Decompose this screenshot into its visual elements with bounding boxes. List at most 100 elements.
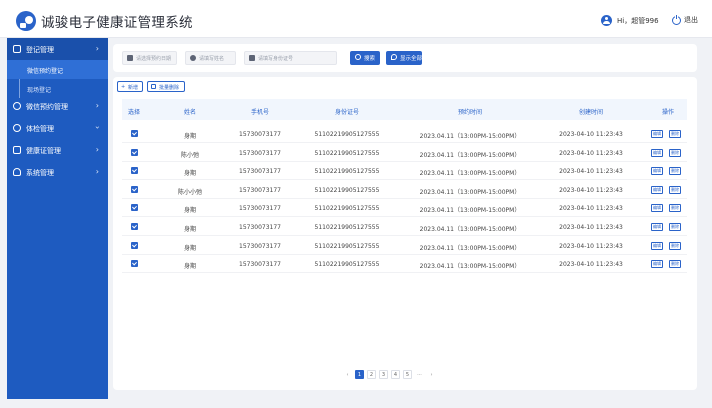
cell-created-time: 2023-04-10 11:23:43	[559, 224, 623, 231]
column-header-actions: 操作	[661, 109, 675, 116]
search-button[interactable]: 搜索	[350, 51, 380, 65]
chevron-right-icon: ›	[95, 44, 99, 53]
add-button[interactable]: + 新增	[117, 81, 143, 92]
user-greeting[interactable]: Hi，超管996	[617, 16, 659, 26]
page-button-3[interactable]: 3	[379, 370, 388, 379]
cell-phone: 15730073177	[239, 261, 281, 269]
sidebar-item-registration[interactable]: 登记管理 ›	[7, 38, 108, 60]
prev-page-button[interactable]: ‹	[343, 370, 352, 379]
sidebar-item-wechat-booking[interactable]: 微信预约管理 ›	[7, 95, 108, 117]
cell-name: 身期	[183, 226, 197, 233]
cell-booking-time: 2023.04.11（13:00PM-15:00PM）	[419, 226, 521, 233]
next-page-button[interactable]: ›	[427, 370, 436, 379]
delete-button[interactable]: 删除	[669, 241, 681, 250]
table-panel: + 新增 批量删除 选择 姓名 手机号 身份证号 预约时间 创建时间 操作 身期…	[113, 77, 697, 390]
row-checkbox[interactable]	[131, 260, 138, 268]
cell-id-number: 51102219905127555	[314, 149, 380, 157]
page-button-5[interactable]: 5	[403, 370, 412, 379]
add-label: 新增	[128, 85, 139, 91]
table-row: 身期 15730073177 51102219905127555 2023.04.11…	[122, 218, 687, 236]
page-button-2[interactable]: 2	[367, 370, 376, 379]
search-icon	[355, 54, 361, 60]
sidebar-item-label: 登记管理	[26, 46, 54, 54]
cell-id-number: 51102219905127555	[314, 168, 380, 176]
cell-name: 陈小小弛	[177, 188, 203, 196]
edit-button[interactable]: 编辑	[651, 223, 663, 231]
row-checkbox[interactable]	[131, 185, 138, 193]
cell-booking-time: 2023.04.11（13:00PM-15:00PM）	[419, 188, 521, 196]
cell-created-time: 2023-04-10 11:23:43	[559, 242, 623, 250]
column-header-phone: 手机号	[250, 109, 270, 116]
name-input[interactable]: 请填写姓名	[185, 51, 236, 65]
filter-panel: 请选择预约日期 请填写姓名 请填写身份证号 搜索 显示全部	[113, 44, 697, 72]
row-checkbox[interactable]	[131, 148, 138, 156]
id-card-icon	[249, 55, 255, 61]
delete-button[interactable]: 删除	[669, 204, 681, 213]
cell-name: 身期	[183, 207, 197, 215]
logout-label: 退出	[684, 16, 698, 24]
row-checkbox[interactable]	[131, 204, 138, 212]
cell-phone: 15730073177	[239, 205, 281, 213]
show-all-label: 显示全部	[400, 56, 423, 62]
batch-delete-label: 批量删除	[159, 85, 180, 91]
plus-icon: +	[121, 84, 126, 90]
cell-booking-time: 2023.04.11（13:00PM-15:00PM）	[419, 244, 521, 252]
edit-button[interactable]: 编辑	[651, 167, 663, 176]
page-button-4[interactable]: 4	[391, 370, 400, 379]
chevron-right-icon: ›	[95, 145, 99, 154]
sidebar-item-exam[interactable]: 体检管理 ›	[7, 117, 108, 139]
delete-button[interactable]: 删除	[669, 130, 681, 138]
user-icon	[13, 168, 21, 176]
search-label: 搜索	[364, 56, 376, 62]
column-header-booking-time: 预约时间	[457, 109, 483, 116]
table-header: 选择 姓名 手机号 身份证号 预约时间 创建时间 操作	[122, 99, 687, 120]
table-row: 身期 15730073177 51102219905127555 2023.04.11…	[122, 237, 687, 255]
wechat-icon	[13, 102, 21, 110]
row-checkbox[interactable]	[131, 130, 138, 137]
edit-button[interactable]: 编辑	[651, 185, 663, 194]
edit-button[interactable]: 编辑	[651, 130, 663, 138]
sidebar-item-certificate[interactable]: 健康证管理 ›	[7, 139, 108, 161]
cell-booking-time: 2023.04.11（13:00PM-15:00PM）	[419, 133, 521, 140]
edit-button[interactable]: 编辑	[651, 204, 663, 213]
row-checkbox[interactable]	[131, 223, 138, 230]
cell-created-time: 2023-04-10 11:23:43	[559, 131, 623, 138]
sidebar-item-system[interactable]: 系统管理 ›	[7, 161, 108, 183]
person-icon	[190, 55, 196, 61]
sidebar-item-label: 系统管理	[26, 169, 54, 177]
sidebar-subitem-label: 现场登记	[27, 87, 52, 94]
sidebar-subitem-wechat-registration[interactable]: 微信预约登记	[7, 60, 108, 79]
id-number-input[interactable]: 请填写身份证号	[244, 51, 337, 65]
delete-button[interactable]: 删除	[669, 148, 681, 157]
power-icon	[672, 14, 681, 25]
table-row: 陈小弛 15730073177 51102219905127555 2023.04.1…	[122, 144, 687, 162]
cell-booking-time: 2023.04.11（13:00PM-15:00PM）	[419, 263, 521, 271]
chevron-down-icon: ›	[92, 125, 102, 130]
delete-button[interactable]: 删除	[669, 223, 681, 231]
batch-delete-button[interactable]: 批量删除	[147, 81, 185, 92]
cell-id-number: 51102219905127555	[314, 186, 380, 194]
cell-created-time: 2023-04-10 11:23:43	[559, 186, 623, 194]
date-picker-input[interactable]: 请选择预约日期	[122, 51, 177, 65]
edit-button[interactable]: 编辑	[651, 148, 663, 157]
calendar-icon	[127, 55, 133, 61]
sidebar: 登记管理 › 微信预约登记 现场登记 微信预约管理 › 体检管理 › 健康证管理…	[7, 38, 108, 399]
delete-button[interactable]: 删除	[669, 167, 681, 176]
delete-button[interactable]: 删除	[669, 260, 681, 269]
page-button-1[interactable]: 1	[355, 370, 364, 379]
page-ellipsis: ···	[417, 371, 422, 378]
id-placeholder: 请填写身份证号	[258, 56, 294, 62]
edit-button[interactable]: 编辑	[651, 260, 663, 269]
edit-button[interactable]: 编辑	[651, 241, 663, 250]
cell-created-time: 2023-04-10 11:23:43	[559, 261, 623, 269]
show-all-button[interactable]: 显示全部	[386, 51, 422, 65]
user-avatar-icon[interactable]	[601, 15, 612, 26]
app-title: 诚骏电子健康证管理系统	[41, 15, 193, 31]
sidebar-item-label: 体检管理	[26, 125, 54, 133]
logout-button[interactable]: 退出	[672, 14, 698, 25]
delete-button[interactable]: 删除	[669, 185, 681, 194]
row-checkbox[interactable]	[131, 241, 138, 249]
name-placeholder: 请填写姓名	[199, 56, 225, 62]
row-checkbox[interactable]	[131, 167, 138, 175]
cell-id-number: 51102219905127555	[314, 131, 380, 138]
